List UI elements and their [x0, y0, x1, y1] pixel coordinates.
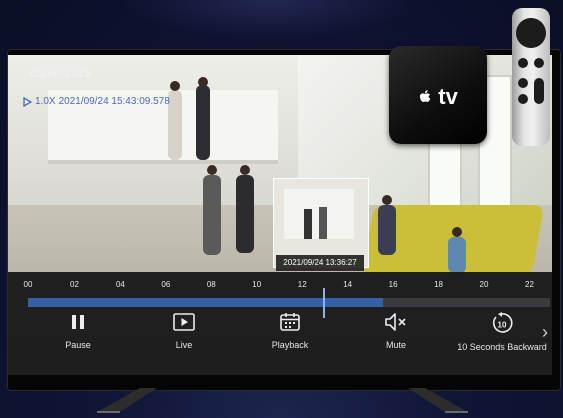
play-icon	[23, 96, 32, 107]
live-button[interactable]: Live	[144, 312, 224, 350]
scene-person-head	[170, 81, 180, 91]
svg-text:10: 10	[498, 321, 507, 330]
remote-button	[534, 58, 544, 68]
remote-touchpad	[516, 18, 546, 48]
playback-status: 1.0X 2021/09/24 15:43:09.578	[23, 96, 170, 107]
live-icon	[173, 313, 195, 331]
timeline-tick: 06	[161, 280, 171, 289]
pause-icon	[72, 315, 84, 329]
mute-icon	[385, 313, 406, 331]
timeline-tick: 22	[525, 280, 534, 289]
playback-speed: 1.0X	[35, 96, 56, 107]
timeline-tick: 16	[388, 280, 398, 289]
apple-icon	[420, 90, 431, 102]
timeline-tick: 20	[479, 280, 489, 289]
scene-person	[378, 205, 396, 255]
scene-person-head	[452, 227, 462, 237]
playback-timestamp: 2021/09/24 15:43:09.578	[58, 96, 170, 107]
apple-tv-logo: tv	[389, 84, 487, 110]
timeline-tick: 00	[23, 280, 33, 289]
timeline-tick: 18	[434, 280, 444, 289]
timeline-tick: 10	[252, 280, 262, 289]
playback-button[interactable]: Playback	[250, 312, 330, 350]
tv-stand-right	[408, 388, 468, 413]
rewind-10-icon: 10	[492, 312, 513, 333]
background-glow	[120, 0, 420, 40]
playback-label: Playback	[271, 340, 309, 350]
calendar-icon	[280, 313, 300, 331]
camera-title: Camera 015	[30, 68, 91, 80]
rewind-10-button[interactable]: 10 10 Seconds Backward	[454, 312, 550, 352]
scene-person-head	[198, 77, 208, 87]
scene-person	[236, 175, 254, 253]
timeline-tick: 04	[115, 280, 125, 289]
apple-tv-box: tv	[389, 46, 487, 144]
pause-button[interactable]: Pause	[38, 312, 118, 350]
remote-button	[518, 78, 528, 88]
timeline-tick: 14	[343, 280, 353, 289]
scene-person-head	[382, 195, 392, 205]
scene-person-head	[207, 165, 217, 175]
timeline-progress-bar[interactable]	[28, 288, 550, 318]
control-bar: 00 02 04 06 08 10 12 14 16 18 20 22 Paus…	[8, 272, 552, 375]
scene-person	[196, 85, 210, 160]
scene-person	[168, 90, 182, 160]
apple-tv-text: tv	[438, 84, 458, 109]
preview-timestamp: 2021/09/24 13:36:27	[276, 255, 364, 271]
tv-stand-left	[97, 388, 157, 413]
mute-button[interactable]: Mute	[356, 312, 436, 350]
pause-label: Pause	[65, 340, 91, 350]
remote-control	[512, 8, 550, 146]
scene-person	[448, 237, 466, 273]
scene-person-head	[240, 165, 250, 175]
remote-button	[518, 94, 528, 104]
rewind-10-label: 10 Seconds Backward	[457, 342, 547, 352]
remote-volume-rocker	[534, 78, 544, 104]
timeline-progress-fill	[28, 298, 383, 307]
timeline-tick: 02	[70, 280, 79, 289]
live-label: Live	[175, 340, 193, 350]
timeline-tick: 12	[297, 280, 307, 289]
timeline-ticks: 00 02 04 06 08 10 12 14 16 18 20 22	[24, 280, 534, 292]
timeline-tick: 08	[206, 280, 216, 289]
chevron-right-icon[interactable]: ›	[542, 322, 548, 343]
remote-button	[518, 58, 528, 68]
scene-person	[203, 175, 221, 255]
mute-label: Mute	[385, 340, 406, 350]
